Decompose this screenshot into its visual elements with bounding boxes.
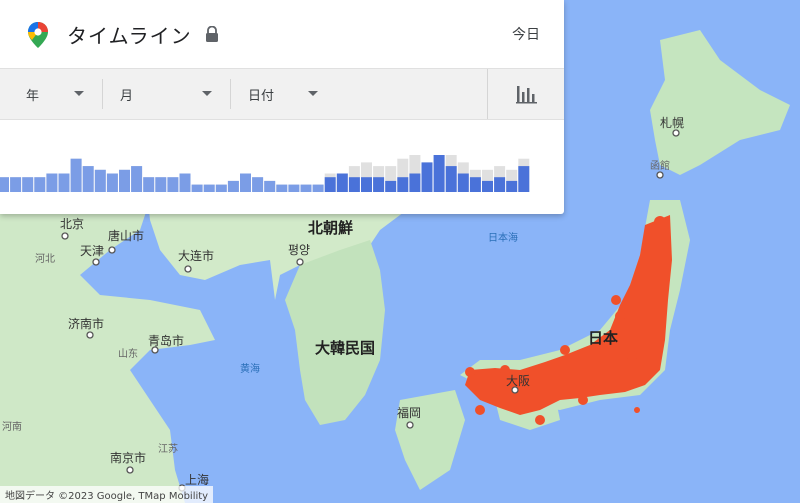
activity-bar[interactable] xyxy=(34,177,46,192)
activity-bar[interactable] xyxy=(131,166,143,192)
activity-bar[interactable] xyxy=(518,166,530,192)
label-osaka: 大阪 xyxy=(506,374,530,388)
activity-bar[interactable] xyxy=(119,169,130,192)
activity-bar[interactable] xyxy=(433,155,445,192)
maps-pin-icon[interactable] xyxy=(27,22,49,48)
activity-bar[interactable] xyxy=(361,177,372,192)
year-dropdown[interactable]: 年 xyxy=(26,69,90,119)
activity-bar[interactable] xyxy=(46,173,58,193)
timeline-panel: タイムライン 今日 年 月 日付 xyxy=(0,0,564,214)
activity-bar[interactable] xyxy=(457,173,469,193)
label-yellow-sea: 黄海 xyxy=(240,362,260,375)
activity-bar[interactable] xyxy=(300,184,312,192)
beijing-dot xyxy=(61,232,69,240)
activity-bar[interactable] xyxy=(10,177,22,192)
fukuoka-dot xyxy=(406,421,414,429)
label-beijing: 北京 xyxy=(60,217,84,231)
divider xyxy=(230,79,231,109)
activity-bar[interactable] xyxy=(336,173,348,193)
divider xyxy=(102,79,103,109)
activity-bar[interactable] xyxy=(0,177,9,192)
jinan-dot xyxy=(86,331,94,339)
activity-bar[interactable] xyxy=(58,173,70,193)
label-nanjing: 南京市 xyxy=(110,450,146,465)
label-shandong: 山东 xyxy=(118,347,138,360)
label-tianjin: 天津 xyxy=(80,244,104,258)
label-tangshan: 唐山市 xyxy=(108,228,144,243)
label-south-korea: 大韓民国 xyxy=(315,339,375,357)
activity-bar[interactable] xyxy=(155,177,167,192)
today-button[interactable]: 今日 xyxy=(512,24,540,44)
activity-bar[interactable] xyxy=(494,177,506,192)
nanjing-dot xyxy=(126,466,134,474)
activity-bar[interactable] xyxy=(203,184,215,192)
activity-bar[interactable] xyxy=(312,184,324,192)
activity-bar[interactable] xyxy=(82,166,94,192)
activity-bar-chart[interactable] xyxy=(0,121,564,214)
chart-toggle-button[interactable] xyxy=(487,69,565,119)
activity-bar[interactable] xyxy=(421,162,433,192)
filter-bar: 年 月 日付 xyxy=(0,68,564,120)
chevron-down-icon xyxy=(74,91,84,96)
activity-bar[interactable] xyxy=(70,158,82,192)
label-qingdao: 青岛市 xyxy=(148,333,184,348)
panel-header: タイムライン 今日 xyxy=(0,0,564,68)
label-sea-of-japan: 日本海 xyxy=(488,231,518,244)
lock-icon xyxy=(206,26,218,42)
label-shanghai: 上海 xyxy=(185,472,209,487)
month-dropdown-label: 月 xyxy=(120,88,134,104)
activity-bar[interactable] xyxy=(240,173,251,193)
label-hebei: 河北 xyxy=(35,253,55,265)
pyongyang-dot xyxy=(296,258,304,266)
date-dropdown[interactable]: 日付 xyxy=(248,69,328,119)
activity-bar[interactable] xyxy=(385,180,397,192)
tangshan-dot xyxy=(108,246,116,254)
activity-bar[interactable] xyxy=(264,180,276,192)
label-pyongyang: 평양 xyxy=(288,243,310,257)
label-sapporo: 札幌 xyxy=(660,115,684,130)
label-japan: 日本 xyxy=(588,329,618,347)
activity-bar[interactable] xyxy=(324,177,336,192)
activity-bar[interactable] xyxy=(288,184,300,192)
activity-bar[interactable] xyxy=(143,177,155,192)
activity-bar[interactable] xyxy=(252,177,264,192)
activity-bar[interactable] xyxy=(506,180,518,192)
activity-bar[interactable] xyxy=(106,173,118,193)
label-north-korea: 北朝鮮 xyxy=(308,219,353,237)
activity-bar[interactable] xyxy=(179,173,191,193)
hakodate-dot xyxy=(656,171,664,179)
page-title: タイムライン xyxy=(67,24,192,48)
label-henan: 河南 xyxy=(2,420,22,433)
activity-bar[interactable] xyxy=(94,169,106,192)
activity-bar[interactable] xyxy=(276,184,288,192)
chevron-down-icon xyxy=(202,91,212,96)
bar-chart-icon xyxy=(516,86,537,104)
map-attribution: 地図データ ©2023 Google, TMap Mobility xyxy=(0,486,214,503)
activity-bar[interactable] xyxy=(348,177,360,192)
label-jiangsu: 江苏 xyxy=(158,442,178,455)
chevron-down-icon xyxy=(308,91,318,96)
activity-bar[interactable] xyxy=(373,177,385,192)
activity-bar[interactable] xyxy=(22,177,34,192)
month-dropdown[interactable]: 月 xyxy=(120,69,216,119)
label-fukuoka: 福岡 xyxy=(397,405,421,420)
label-dalian: 大连市 xyxy=(178,248,214,263)
tianjin-dot xyxy=(92,258,100,266)
activity-bar[interactable] xyxy=(167,177,179,192)
activity-bar[interactable] xyxy=(482,180,493,192)
activity-bar[interactable] xyxy=(397,177,409,192)
activity-bar[interactable] xyxy=(215,184,227,192)
date-dropdown-label: 日付 xyxy=(248,88,275,104)
activity-bar[interactable] xyxy=(445,166,457,192)
activity-bar[interactable] xyxy=(191,184,203,192)
year-dropdown-label: 年 xyxy=(26,88,40,104)
dalian-dot xyxy=(184,265,192,273)
label-jinan: 济南市 xyxy=(68,316,104,331)
sapporo-dot xyxy=(672,129,680,137)
activity-bar[interactable] xyxy=(469,177,481,192)
label-hakodate: 函館 xyxy=(650,159,670,172)
activity-bar[interactable] xyxy=(409,173,421,193)
activity-bar[interactable] xyxy=(227,180,239,192)
